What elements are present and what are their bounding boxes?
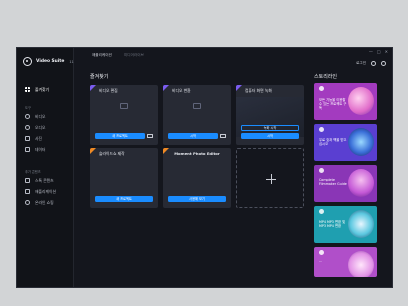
stories-title: 스토리라인 [314, 74, 338, 80]
gear-icon[interactable] [381, 61, 386, 66]
try-button[interactable]: 사용해 보기 [168, 196, 226, 202]
card-corner [90, 148, 96, 154]
help-icon[interactable] [371, 61, 376, 66]
story-image [348, 169, 374, 197]
plus-icon [266, 174, 276, 184]
image-icon [25, 136, 30, 141]
cart-icon [25, 200, 30, 205]
story-text: Complete Filmmaker Guide [319, 178, 347, 187]
card-title: Moment Photo Editor [174, 151, 220, 156]
start-button[interactable]: 시작 [241, 133, 299, 139]
card-slideshow[interactable]: 슬라이드쇼 제작 새 프로젝트 [90, 148, 158, 208]
sidebar-item-label: 온라인 쇼핑 [35, 199, 54, 205]
nav-more: 추가 콘텐츠 스톡 콘텐츠 애플리케이션 온라인 쇼핑 [17, 167, 74, 208]
folder-icon [25, 147, 30, 152]
story-card[interactable]: 모든 기능을 이용할 수 있는 프로젝트 구독 [314, 83, 377, 120]
sidebar-item-data[interactable]: 데이터 [17, 144, 74, 155]
sidebar-item-favorites[interactable]: 즐겨찾기 [17, 84, 74, 95]
music-icon [25, 125, 30, 130]
story-badge-icon [319, 168, 324, 173]
open-folder-icon[interactable] [147, 134, 153, 138]
page-title: 즐겨찾기 [90, 74, 109, 80]
sidebar-item-label: 즐겨찾기 [35, 86, 49, 92]
story-image [348, 128, 374, 156]
user-area: 로그인 [356, 61, 386, 66]
maximize-icon[interactable]: □ [377, 49, 381, 54]
nav-favorites: 즐겨찾기 [17, 84, 74, 95]
card-screen-record[interactable]: 컴퓨터 화면 녹화 녹화 시작 시작 [236, 85, 304, 145]
story-text: MP4 MP3 변환 및 MP3 MP4 변환 [319, 220, 346, 229]
sidebar-item-shop[interactable]: 온라인 쇼핑 [17, 197, 74, 208]
section-label-more: 추가 콘텐츠 [25, 169, 41, 174]
story-card[interactable]: MP4 MP3 변환 및 MP3 MP4 변환 [314, 206, 377, 243]
sidebar-item-stock[interactable]: 스톡 콘텐츠 [17, 175, 74, 186]
card-corner [163, 85, 169, 91]
story-card[interactable]: Complete Filmmaker Guide [314, 165, 377, 202]
story-text: ... [319, 259, 323, 263]
brand: Video Suite 11 [23, 57, 74, 66]
card-corner [90, 85, 96, 91]
story-image [348, 87, 374, 115]
close-icon[interactable]: ✕ [385, 49, 388, 54]
nav-media: 도구 비디오 오디오 사진 데이터 [17, 103, 74, 155]
story-badge-icon [319, 127, 324, 132]
section-label-media: 도구 [25, 105, 31, 110]
start-button[interactable]: 시작 [168, 133, 218, 139]
folder-icon [120, 103, 128, 109]
card-corner [236, 85, 242, 91]
new-project-button[interactable]: 새 프로젝트 [95, 196, 153, 202]
sidebar-item-apps[interactable]: 애플리케이션 [17, 186, 74, 197]
app-logo-icon [23, 57, 32, 66]
story-badge-icon [319, 250, 324, 255]
story-text: 모든 기능을 이용할 수 있는 프로젝트 구독 [319, 98, 347, 111]
tab-applications[interactable]: 애플리케이션 [92, 53, 112, 58]
minimize-icon[interactable]: — [369, 49, 373, 54]
add-favorite-card[interactable] [236, 148, 304, 208]
app-window: Video Suite 11 즐겨찾기 도구 비디오 오디오 사진 데이터 추가… [16, 47, 393, 288]
sidebar-item-label: 데이터 [35, 146, 46, 152]
stock-icon [25, 178, 30, 183]
folder-icon [193, 103, 201, 109]
card-photo-editor[interactable]: Moment Photo Editor 사용해 보기 [163, 148, 231, 208]
tab-media-live[interactable]: 미디어라이브 [124, 53, 144, 58]
new-project-button[interactable]: 새 프로젝트 [95, 133, 145, 139]
window-controls: — □ ✕ [369, 49, 388, 54]
story-badge-icon [319, 209, 324, 214]
login-link[interactable]: 로그인 [356, 61, 366, 66]
story-card[interactable]: 무료 효과 팩을 받으십시오 [314, 124, 377, 161]
story-image [348, 251, 374, 277]
play-icon [25, 114, 30, 119]
sidebar-item-label: 사진 [35, 135, 42, 141]
story-badge-icon [319, 86, 324, 91]
card-title: 슬라이드쇼 제작 [99, 151, 125, 156]
sidebar-item-label: 비디오 [35, 113, 46, 119]
sidebar-item-label: 오디오 [35, 124, 46, 130]
card-video-edit[interactable]: 비디오 편집 새 프로젝트 [90, 85, 158, 145]
story-image [348, 210, 374, 238]
start-recording-button[interactable]: 녹화 시작 [241, 125, 299, 131]
card-title: 컴퓨터 화면 녹화 [245, 88, 272, 93]
card-video-convert[interactable]: 비디오 변환 시작 [163, 85, 231, 145]
sidebar-item-label: 애플리케이션 [35, 188, 56, 194]
recorder-preview [236, 97, 304, 137]
story-text: 무료 효과 팩을 받으십시오 [319, 138, 347, 147]
sidebar-item-label: 스톡 콘텐츠 [35, 177, 54, 183]
open-folder-icon[interactable] [220, 134, 226, 138]
app-name: Video Suite [36, 59, 65, 64]
apps-icon [25, 189, 30, 194]
sidebar-item-photo[interactable]: 사진 [17, 133, 74, 144]
card-title: 비디오 변환 [172, 88, 191, 93]
sidebar-item-video[interactable]: 비디오 [17, 111, 74, 122]
grid-icon [25, 87, 30, 92]
sidebar: Video Suite 11 즐겨찾기 도구 비디오 오디오 사진 데이터 추가… [17, 48, 74, 287]
story-card[interactable]: ... [314, 247, 377, 277]
card-title: 비디오 편집 [99, 88, 118, 93]
top-bar: 애플리케이션 미디어라이브 — □ ✕ 로그인 [74, 48, 392, 66]
sidebar-item-audio[interactable]: 오디오 [17, 122, 74, 133]
